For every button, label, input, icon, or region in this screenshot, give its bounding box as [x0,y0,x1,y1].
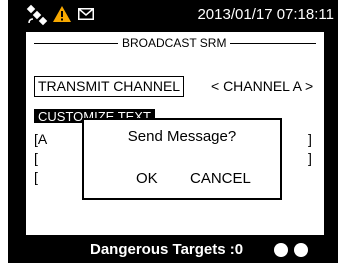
ok-button[interactable]: OK [136,170,158,188]
transmit-channel-field[interactable]: TRANSMIT CHANNEL [34,76,185,97]
custom-text-line[interactable]: [ [34,150,38,166]
satellite-icon [26,4,48,26]
custom-text-line-end: ] [308,150,312,166]
cancel-button[interactable]: CANCEL [190,170,251,188]
panel-title: BROADCAST SRM [118,35,231,51]
warning-icon [53,6,71,22]
device-screen: 2013/01/17 07:18:11 BROADCAST SRM TRANSM… [8,0,338,263]
custom-text-line[interactable]: [ [34,169,38,185]
custom-text-line[interactable]: [A [34,131,47,147]
indicator-dot [294,243,308,257]
mail-icon [78,8,94,20]
custom-text-line-end: ] [308,131,312,147]
dialog-message: Send Message? [127,128,237,145]
send-message-dialog: Send Message? OK CANCEL [82,118,282,200]
datetime-display: 2013/01/17 07:18:11 [197,6,334,23]
channel-selector[interactable]: < CHANNEL A > [211,78,313,95]
dangerous-targets-status: Dangerous Targets :0 [90,241,244,258]
status-bar: 2013/01/17 07:18:11 [8,0,338,30]
indicator-dot [274,243,288,257]
